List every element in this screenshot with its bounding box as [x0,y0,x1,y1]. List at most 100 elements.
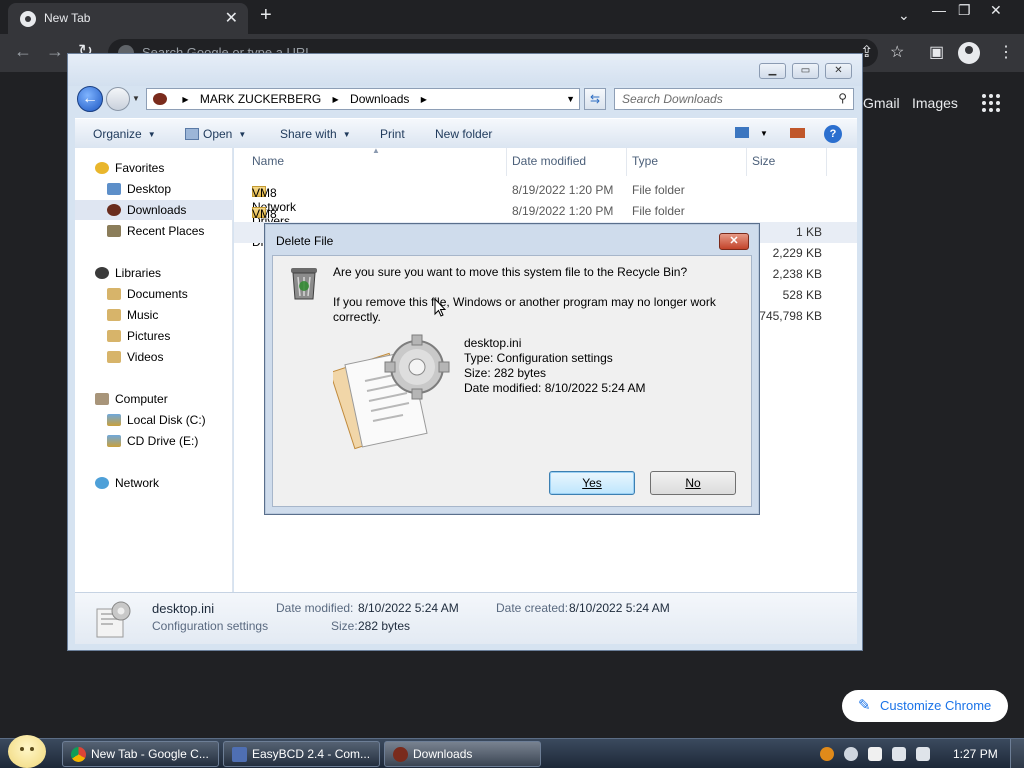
images-link[interactable]: Images [912,95,958,111]
chrome-menu-icon[interactable]: ⋮ [998,42,1014,62]
explorer-back-icon[interactable]: ← [77,86,103,112]
explorer-forward-icon[interactable] [106,87,130,111]
column-divider[interactable] [626,148,627,176]
profile-avatar-icon[interactable] [958,42,980,64]
address-dropdown-icon[interactable]: ▼ [566,94,575,104]
share-caret-icon: ▼ [342,130,351,139]
nav-videos[interactable]: Videos [75,347,233,367]
details-filetype: Configuration settings [152,619,269,633]
minimize-icon[interactable]: — [932,2,946,18]
nav-favorites[interactable]: Favorites [75,158,233,178]
search-downloads-input[interactable]: Search Downloads ⚲ [614,88,854,110]
nav-libraries[interactable]: Libraries [75,263,233,283]
explorer-minimize-icon[interactable]: ▁ [759,63,786,79]
customize-chrome-button[interactable]: ✎ Customize Chrome [842,690,1008,722]
music-icon [107,309,121,321]
taskbar-downloads[interactable]: Downloads [384,741,541,767]
taskbar-chrome[interactable]: New Tab - Google C... [62,741,219,767]
search-icon[interactable]: ⚲ [838,91,847,105]
close-window-icon[interactable]: ✕ [990,2,1002,19]
nav-pictures[interactable]: Pictures [75,326,233,346]
organize-button[interactable]: Organize ▼ [93,127,156,141]
file-row[interactable]: VM8 Network Drivers 8/19/2022 1:20 PM Fi… [234,180,857,228]
breadcrumb-user[interactable]: MARK ZUCKERBERG [200,92,321,106]
chrome-taskbar-icon [71,747,86,762]
column-date-modified[interactable]: Date modified [512,154,586,168]
explorer-maximize-icon[interactable]: ▭ [792,63,819,79]
forward-arrow-icon[interactable]: → [46,41,64,62]
nav-favorites-label: Favorites [115,161,165,175]
new-tab-plus-icon[interactable]: + [260,4,272,27]
breadcrumb-separator-icon[interactable]: ▶ [421,95,427,104]
column-type[interactable]: Type [632,154,658,168]
nav-documents[interactable]: Documents [75,284,233,304]
recent-pages-dropdown-icon[interactable]: ▼ [132,94,140,103]
nav-downloads[interactable]: Downloads [75,200,233,220]
downloads-icon [107,204,121,216]
nav-pictures-label: Pictures [127,329,171,343]
address-bar[interactable]: ▶ MARK ZUCKERBERG ▶ Downloads ▶ ▼ [146,88,580,110]
computer-icon [95,393,109,405]
libraries-icon [95,267,109,279]
column-divider[interactable] [506,148,507,176]
action-center-flag-icon[interactable] [868,747,882,761]
restore-icon[interactable]: ❐ [958,2,971,19]
no-label: No [685,476,701,490]
column-divider[interactable] [746,148,747,176]
breadcrumb-downloads[interactable]: Downloads [350,92,409,106]
dialog-warning: If you remove this file, Windows or anot… [333,295,716,324]
nav-recent-places[interactable]: Recent Places [75,221,233,241]
tab-new-tab[interactable]: New Tab ✕ [8,3,248,34]
bookmark-star-icon[interactable]: ☆ [890,42,904,62]
nav-cd-drive[interactable]: CD Drive (E:) [75,431,233,451]
emoji-tray-icon[interactable] [844,747,858,761]
file-row[interactable]: VM8 VGA Drivers 8/19/2022 1:20 PM File f… [234,201,857,249]
tab-search-chevron-icon[interactable]: ⌄ [898,7,910,24]
network-tray-icon[interactable] [892,747,906,761]
share-with-button[interactable]: Share with ▼ [280,127,351,141]
nav-music[interactable]: Music [75,305,233,325]
breadcrumb-separator-icon[interactable]: ▶ [333,95,339,104]
breadcrumb-separator-icon[interactable]: ▶ [182,95,188,104]
side-panel-icon[interactable]: ▣ [929,42,944,62]
yes-button[interactable]: Yes [549,471,635,495]
dialog-file-size: Size: 282 bytes [464,366,547,380]
gmail-link[interactable]: Gmail [863,95,900,111]
nav-network[interactable]: Network [75,473,233,493]
google-apps-icon[interactable] [982,94,1000,112]
dialog-close-icon[interactable]: ✕ [719,233,749,250]
close-tab-icon[interactable]: ✕ [225,8,238,28]
organize-caret-icon: ▼ [147,130,156,139]
dialog-question: Are you sure you want to move this syste… [333,265,688,279]
help-icon[interactable]: ? [824,125,842,143]
open-button[interactable]: Open ▼ [185,127,246,141]
column-size[interactable]: Size [752,154,775,168]
recent-places-icon [107,225,121,237]
volume-icon[interactable] [916,747,930,761]
nav-desktop[interactable]: Desktop [75,179,233,199]
nav-local-disk[interactable]: Local Disk (C:) [75,410,233,430]
change-view-icon[interactable] [735,127,749,138]
details-size: 282 bytes [358,619,411,633]
search-tray-icon[interactable] [820,747,834,761]
column-divider[interactable] [826,148,827,176]
explorer-close-icon[interactable]: ✕ [825,63,852,79]
no-button[interactable]: No [650,471,736,495]
start-button-icon[interactable] [8,735,46,768]
new-folder-button[interactable]: New folder [435,127,492,141]
show-desktop-button[interactable] [1010,739,1024,768]
column-name[interactable]: Name [252,154,284,168]
taskbar-clock[interactable]: 1:27 PM [953,747,998,761]
refresh-icon[interactable]: ⇆ [584,88,606,110]
nav-computer[interactable]: Computer [75,389,233,409]
videos-icon [107,351,121,363]
taskbar-easybcd[interactable]: EasyBCD 2.4 - Com... [223,741,380,767]
dialog-file-type: Type: Configuration settings [464,351,613,365]
view-caret-icon[interactable]: ▼ [760,129,768,138]
details-size-label: Size: [331,619,358,633]
nav-documents-label: Documents [127,287,188,301]
back-arrow-icon[interactable]: ← [14,41,32,62]
local-disk-icon [107,414,121,426]
print-button[interactable]: Print [380,127,405,141]
preview-pane-icon[interactable] [790,128,805,138]
